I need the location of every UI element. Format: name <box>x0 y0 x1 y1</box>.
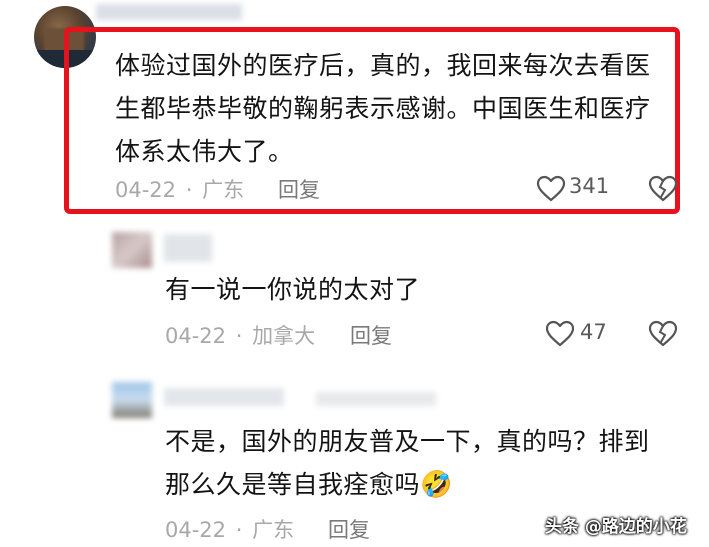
comment-line: 体系太伟大了。 <box>115 137 294 166</box>
comment-location: 广东 <box>202 178 245 202</box>
comment-meta: 04-22 · 广东 <box>115 174 244 204</box>
comment-date: 04-22 <box>165 518 227 542</box>
heart-icon[interactable] <box>536 175 566 202</box>
avatar[interactable] <box>112 232 152 268</box>
comment-date: 04-22 <box>115 178 177 202</box>
like-count: 47 <box>580 320 607 344</box>
meta-separator: · <box>185 178 193 202</box>
avatar[interactable] <box>112 382 152 418</box>
comment-line-with-emoji: 那么久是等自我痊愈吗🤣 <box>165 463 650 507</box>
comment-text: 有一说一你说的太对了 <box>165 268 420 311</box>
comment-date: 04-22 <box>165 324 227 348</box>
comment-location: 广东 <box>252 518 295 542</box>
meta-separator: · <box>235 518 243 542</box>
comment-line: 不是，国外的朋友普及一下，真的吗？排到 <box>165 427 650 456</box>
reply-button[interactable]: 回复 <box>278 174 320 204</box>
heart-icon[interactable] <box>545 320 575 347</box>
broken-heart-icon[interactable] <box>648 320 678 347</box>
username-blurred[interactable] <box>96 4 242 20</box>
like-count: 341 <box>569 174 610 198</box>
comment-location: 加拿大 <box>252 324 316 348</box>
comment-meta: 04-22 · 加拿大 <box>165 320 315 350</box>
reply-button[interactable]: 回复 <box>350 320 392 350</box>
comment-text: 体验过国外的医疗后，真的，我回来每次去看医 生都毕恭毕敬的鞠躬表示感谢。中国医生… <box>115 44 651 173</box>
meta-separator: · <box>235 324 243 348</box>
reply-button[interactable]: 回复 <box>328 514 370 544</box>
rofl-emoji-icon: 🤣 <box>420 470 453 500</box>
comment-text: 不是，国外的朋友普及一下，真的吗？排到 那么久是等自我痊愈吗🤣 <box>165 420 650 507</box>
comment-line: 有一说一你说的太对了 <box>165 275 421 304</box>
comment-line: 生都毕恭毕敬的鞠躬表示感谢。中国医生和医疗 <box>115 94 651 123</box>
username-blurred[interactable] <box>164 234 212 262</box>
watermark: 头条 @路边的小花 <box>545 517 687 537</box>
comment-meta: 04-22 · 广东 <box>165 514 294 544</box>
username-blurred[interactable] <box>316 392 436 406</box>
broken-heart-icon[interactable] <box>648 175 678 202</box>
comment-line: 那么久是等自我痊愈吗 <box>165 470 421 499</box>
username-blurred[interactable] <box>164 388 284 406</box>
comment-line: 体验过国外的医疗后，真的，我回来每次去看医 <box>115 51 651 80</box>
